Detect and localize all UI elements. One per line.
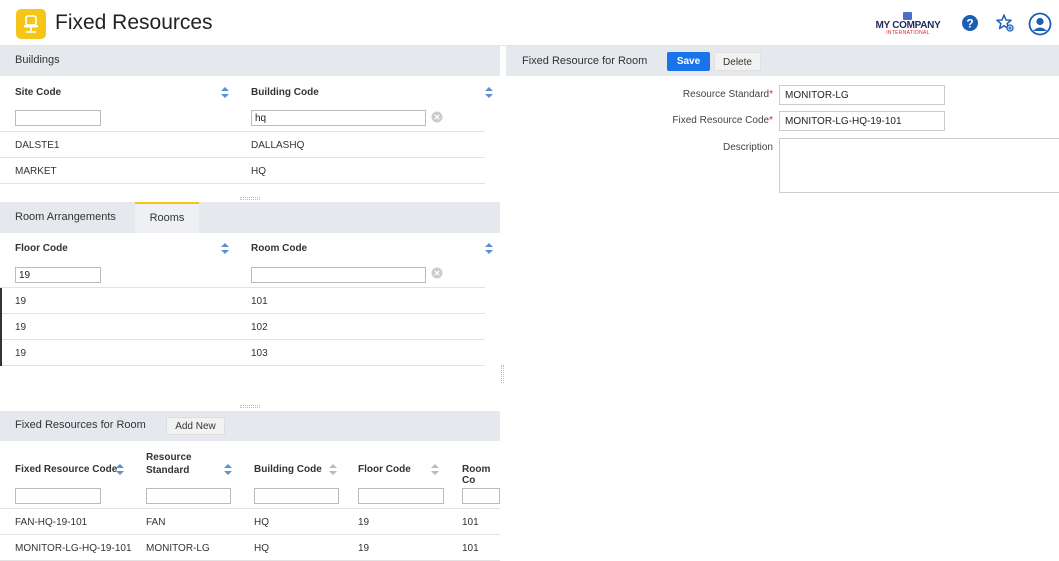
row-marker [0,314,2,340]
form-title: Fixed Resource for Room [522,55,648,67]
floor-code-header[interactable]: Floor Code [358,464,411,475]
description-field[interactable] [779,138,1059,193]
room-code-filter[interactable] [462,488,500,504]
fixed-resource-code-label: Fixed Resource Code* [573,115,773,126]
building-code-filter[interactable] [254,488,339,504]
delete-button[interactable]: Delete [714,52,761,71]
table-cell: MONITOR-LG-HQ-19-101 [15,543,132,554]
room-code-header[interactable]: Room Co [462,464,500,486]
table-cell: HQ [251,166,266,177]
table-cell: DALLASHQ [251,140,305,151]
table-cell: FAN [146,517,166,528]
tab-rooms[interactable]: Rooms [135,202,199,233]
table-cell: 103 [251,348,268,359]
sort-icon[interactable] [431,464,439,475]
chair-icon [16,9,46,39]
building-code-filter[interactable] [251,110,426,126]
save-button[interactable]: Save [667,52,710,71]
resource-standard-filter[interactable] [146,488,231,504]
building-code-header[interactable]: Building Code [254,464,322,475]
fixed-resources-title: Fixed Resources for Room [15,419,146,431]
sort-icon[interactable] [221,87,229,98]
table-cell: 19 [15,348,27,359]
fixed-resources-panel-header: Fixed Resources for Room Add New [0,411,500,441]
table-row[interactable]: 19 103 [0,340,485,366]
floor-code-header[interactable]: Floor Code [15,243,68,254]
floor-code-filter[interactable] [358,488,444,504]
table-row[interactable]: 19 102 [0,314,485,340]
page-title: Fixed Resources [55,11,213,34]
table-cell: HQ [254,517,269,528]
floor-code-filter[interactable] [15,267,101,283]
resource-standard-field[interactable]: MONITOR-LG [779,85,945,105]
required-mark: * [769,89,773,100]
rooms-tab-bar: Room Arrangements Rooms [0,202,500,233]
clear-icon[interactable] [431,267,443,279]
favorites-star-icon[interactable] [995,13,1015,33]
building-code-header[interactable]: Building Code [251,87,319,98]
resource-standard-label: Resource Standard* [573,89,773,100]
panel-splitter[interactable] [240,197,260,200]
fixed-resource-code-field[interactable]: MONITOR-LG-HQ-19-101 [779,111,945,131]
table-cell: DALSTE1 [15,140,60,151]
room-code-header[interactable]: Room Code [251,243,307,254]
vertical-splitter[interactable] [501,365,504,383]
table-cell: 102 [251,322,268,333]
row-marker [0,340,2,366]
table-cell: 19 [358,543,370,554]
table-row[interactable]: DALSTE1 DALLASHQ [0,132,485,158]
tab-room-arrangements[interactable]: Room Arrangements [15,202,116,233]
table-row[interactable]: FAN-HQ-19-101 FAN HQ 19 101 [0,509,500,535]
company-logo-mark [903,12,912,20]
table-row[interactable]: MONITOR-LG-HQ-19-101 MONITOR-LG HQ 19 10… [0,535,500,561]
table-cell: FAN-HQ-19-101 [15,517,88,528]
table-cell: 101 [462,543,479,554]
company-logo: MY COMPANY INTERNATIONAL [872,12,944,36]
table-cell: 19 [358,517,370,528]
table-row[interactable]: MARKET HQ [0,158,485,184]
table-row[interactable]: 19 101 [0,288,485,314]
table-cell: 19 [15,296,27,307]
fixed-resource-code-label-text: Fixed Resource Code [672,115,770,126]
clear-icon[interactable] [431,111,443,123]
resource-standard-header[interactable]: Resource Standard [146,451,206,477]
sort-icon[interactable] [221,243,229,254]
room-code-filter[interactable] [251,267,426,283]
row-marker [0,288,2,314]
user-avatar-icon[interactable] [1028,12,1052,36]
table-cell: MONITOR-LG [146,543,210,554]
site-code-header[interactable]: Site Code [15,87,61,98]
resource-standard-label-text: Resource Standard [682,89,770,100]
description-label: Description [722,142,773,153]
fixed-resource-code-header[interactable]: Fixed Resource Code [15,464,117,475]
table-cell: MARKET [15,166,57,177]
required-mark: * [769,115,773,126]
svg-text:?: ? [966,17,973,31]
form-panel-header: Fixed Resource for Room [506,46,1059,76]
sort-icon[interactable] [116,464,124,475]
add-new-button[interactable]: Add New [166,417,225,435]
table-cell: 19 [15,322,27,333]
table-cell: 101 [251,296,268,307]
sort-icon[interactable] [485,243,493,254]
buildings-title: Buildings [15,54,60,66]
buildings-panel-header: Buildings [0,46,500,76]
company-sub: INTERNATIONAL [886,30,930,36]
sort-icon[interactable] [485,87,493,98]
sort-icon[interactable] [224,464,232,475]
table-cell: 101 [462,517,479,528]
panel-splitter[interactable] [240,405,260,408]
fixed-resource-code-filter[interactable] [15,488,101,504]
help-icon[interactable]: ? [960,13,980,33]
sort-icon[interactable] [329,464,337,475]
table-cell: HQ [254,543,269,554]
app-header: Fixed Resources MY COMPANY INTERNATIONAL… [0,0,1059,46]
site-code-filter[interactable] [15,110,101,126]
